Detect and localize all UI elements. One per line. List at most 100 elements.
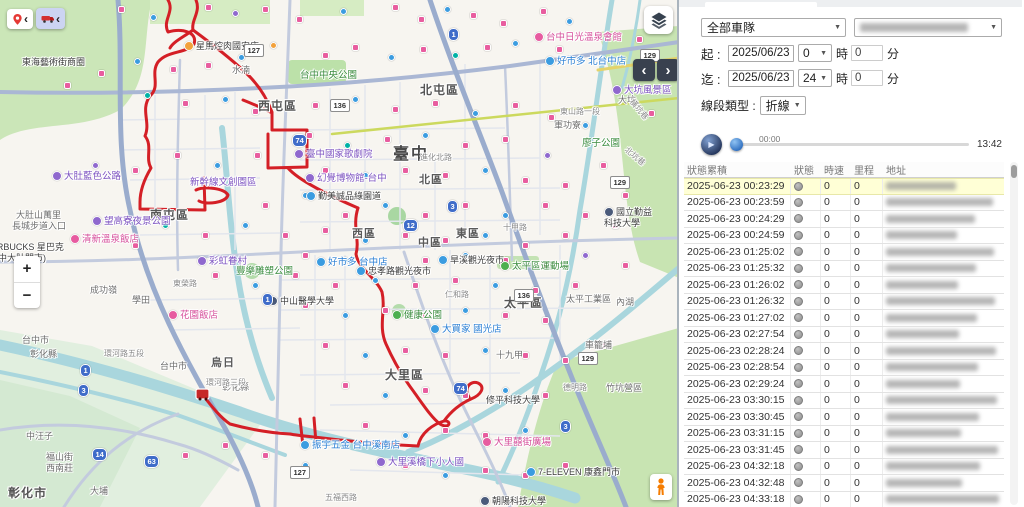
- poi-marker[interactable]: [522, 352, 529, 359]
- poi-marker[interactable]: [252, 282, 259, 289]
- poi-marker[interactable]: [500, 20, 507, 27]
- poi-marker[interactable]: [342, 212, 349, 219]
- poi-marker[interactable]: [332, 282, 339, 289]
- table-row[interactable]: 2025-06-23 01:27:02 0 0: [684, 310, 1004, 327]
- scrollbar-thumb[interactable]: [1011, 165, 1017, 178]
- poi-marker[interactable]: [232, 10, 239, 17]
- from-date-input[interactable]: [728, 44, 794, 62]
- poi-marker[interactable]: [205, 4, 212, 11]
- poi-marker[interactable]: [392, 106, 399, 113]
- poi-marker[interactable]: [582, 122, 589, 129]
- poi-marker[interactable]: [444, 6, 451, 13]
- poi-marker[interactable]: [214, 162, 221, 169]
- poi-marker[interactable]: [418, 16, 425, 23]
- poi-marker[interactable]: [388, 54, 395, 61]
- poi-marker[interactable]: [412, 282, 419, 289]
- poi-marker[interactable]: [64, 82, 71, 89]
- poi-marker[interactable]: [402, 232, 409, 239]
- table-row[interactable]: 2025-06-23 02:28:54 0 0: [684, 359, 1004, 376]
- poi-marker[interactable]: [118, 6, 125, 13]
- table-row[interactable]: 2025-06-23 03:30:15 0 0: [684, 392, 1004, 409]
- poi-marker[interactable]: [422, 387, 429, 394]
- poi-marker[interactable]: [452, 52, 459, 59]
- poi-marker[interactable]: [306, 132, 313, 139]
- table-row[interactable]: 2025-06-23 02:27:54 0 0: [684, 326, 1004, 343]
- poi-marker[interactable]: [462, 202, 469, 209]
- poi-marker[interactable]: [362, 422, 369, 429]
- poi-marker[interactable]: [342, 312, 349, 319]
- prev-button[interactable]: ‹: [633, 59, 655, 81]
- poi-marker[interactable]: [542, 317, 549, 324]
- vehicle-panel-toggle[interactable]: ‹: [36, 8, 65, 29]
- poi-marker[interactable]: [382, 202, 389, 209]
- poi-marker[interactable]: [600, 162, 607, 169]
- poi-marker[interactable]: [174, 152, 181, 159]
- poi-marker[interactable]: [522, 427, 529, 434]
- table-row[interactable]: 2025-06-23 04:32:48 0 0: [684, 475, 1004, 492]
- poi-marker[interactable]: [352, 96, 359, 103]
- poi-marker[interactable]: [144, 92, 151, 99]
- table-row[interactable]: 2025-06-23 00:23:29 0 0: [684, 178, 1004, 195]
- poi-marker[interactable]: [150, 14, 157, 21]
- poi-marker[interactable]: [422, 257, 429, 264]
- poi-marker[interactable]: [362, 352, 369, 359]
- poi-marker[interactable]: [296, 16, 303, 23]
- poi-marker[interactable]: [402, 432, 409, 439]
- table-row[interactable]: 2025-06-23 01:26:32 0 0: [684, 293, 1004, 310]
- poi-marker[interactable]: [566, 18, 573, 25]
- poi-marker[interactable]: [622, 192, 629, 199]
- timeline-thumb[interactable]: [730, 137, 743, 151]
- poi-marker[interactable]: [502, 212, 509, 219]
- poi-marker[interactable]: [262, 202, 269, 209]
- vehicle-marker[interactable]: [195, 388, 210, 401]
- to-date-input[interactable]: [728, 69, 794, 87]
- poi-marker[interactable]: [340, 8, 347, 15]
- poi-marker[interactable]: [544, 152, 551, 159]
- poi-marker[interactable]: [582, 252, 589, 259]
- poi-marker[interactable]: [205, 62, 212, 69]
- poi-marker[interactable]: [262, 6, 269, 13]
- poi-marker[interactable]: [134, 58, 141, 65]
- table-row[interactable]: 2025-06-23 03:30:45 0 0: [684, 409, 1004, 426]
- play-button[interactable]: ▶: [701, 133, 722, 155]
- table-scrollbar[interactable]: [1010, 162, 1018, 505]
- layers-button[interactable]: [644, 6, 673, 34]
- poi-marker[interactable]: [182, 452, 189, 459]
- poi-marker[interactable]: [492, 282, 499, 289]
- table-row[interactable]: 2025-06-23 03:31:15 0 0: [684, 425, 1004, 442]
- poi-marker[interactable]: [542, 392, 549, 399]
- table-row[interactable]: 2025-06-23 01:26:02 0 0: [684, 277, 1004, 294]
- table-row[interactable]: 2025-06-23 02:28:24 0 0: [684, 343, 1004, 360]
- to-hour-select[interactable]: 24 ▼: [798, 69, 832, 87]
- poi-marker[interactable]: [342, 382, 349, 389]
- poi-marker[interactable]: [442, 172, 449, 179]
- table-row[interactable]: 2025-06-23 00:23:59 0 0: [684, 194, 1004, 211]
- poi-marker[interactable]: [382, 392, 389, 399]
- poi-marker[interactable]: [470, 12, 477, 19]
- segment-type-select[interactable]: 折線 ▼: [759, 96, 806, 115]
- poi-marker[interactable]: [182, 100, 189, 107]
- poi-marker[interactable]: [502, 387, 509, 394]
- to-minute-input[interactable]: [851, 70, 884, 86]
- poi-marker[interactable]: [344, 142, 351, 149]
- poi-marker[interactable]: [270, 42, 277, 49]
- timeline-track[interactable]: 00:00: [730, 134, 969, 151]
- poi-marker[interactable]: [472, 110, 479, 117]
- poi-marker[interactable]: [92, 162, 99, 169]
- poi-marker[interactable]: [502, 312, 509, 319]
- zoom-out-button[interactable]: −: [14, 283, 40, 309]
- poi-marker[interactable]: [202, 232, 209, 239]
- poi-marker[interactable]: [482, 167, 489, 174]
- poi-marker[interactable]: [442, 427, 449, 434]
- from-hour-select[interactable]: 0 ▼: [798, 44, 832, 62]
- poi-marker[interactable]: [442, 237, 449, 244]
- poi-marker[interactable]: [432, 100, 439, 107]
- poi-marker[interactable]: [622, 262, 629, 269]
- poi-marker[interactable]: [572, 282, 579, 289]
- poi-marker[interactable]: [402, 347, 409, 354]
- poi-marker[interactable]: [242, 222, 249, 229]
- poi-marker[interactable]: [462, 142, 469, 149]
- table-row[interactable]: 2025-06-23 01:25:32 0 0: [684, 260, 1004, 277]
- poi-marker[interactable]: [442, 352, 449, 359]
- poi-marker[interactable]: [382, 307, 389, 314]
